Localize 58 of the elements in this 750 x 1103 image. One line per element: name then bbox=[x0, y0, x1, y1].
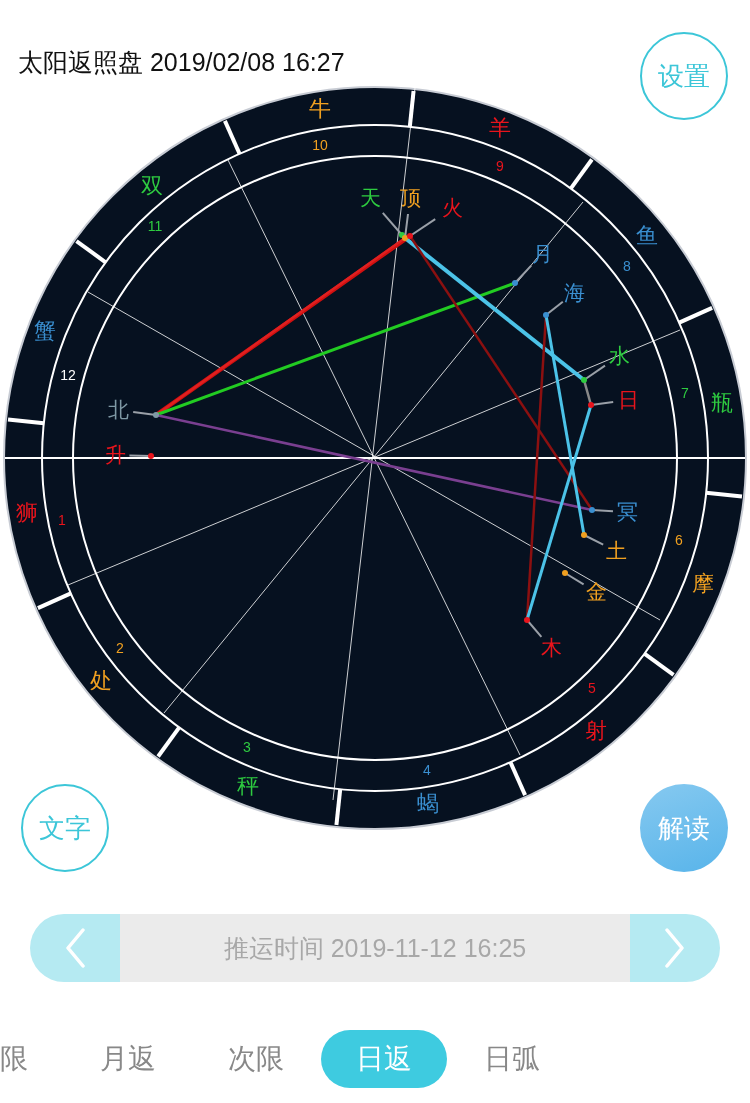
planet-marker bbox=[589, 507, 614, 513]
tab[interactable]: 次限 bbox=[193, 1030, 319, 1088]
planet-label: 土 bbox=[605, 539, 627, 563]
planet-label: 日 bbox=[617, 388, 639, 412]
tab[interactable]: 日返 bbox=[321, 1030, 447, 1088]
house-number: 11 bbox=[147, 218, 163, 234]
planet-label: 火 bbox=[441, 196, 463, 220]
text-button[interactable]: 文字 bbox=[21, 784, 109, 872]
planet-label: 天 bbox=[359, 186, 381, 210]
planet-marker bbox=[524, 617, 543, 638]
planet-label: 木 bbox=[540, 636, 562, 660]
house-number: 4 bbox=[423, 762, 431, 778]
planet-marker bbox=[581, 364, 606, 383]
zodiac-sign-label: 双 bbox=[141, 172, 163, 198]
planet-marker bbox=[562, 570, 585, 586]
planet-marker bbox=[132, 411, 159, 418]
previous-button[interactable] bbox=[30, 914, 120, 982]
zodiac-sign-label: 羊 bbox=[489, 114, 511, 140]
tab[interactable]: 日弧 bbox=[449, 1030, 575, 1088]
chevron-right-icon bbox=[664, 928, 686, 968]
house-number: 8 bbox=[623, 258, 631, 274]
tab[interactable]: 限 bbox=[0, 1030, 63, 1088]
planet-label: 金 bbox=[585, 580, 607, 604]
house-number: 9 bbox=[496, 158, 504, 174]
house-number: 12 bbox=[60, 367, 76, 383]
house-number: 10 bbox=[312, 137, 328, 153]
chart-title: 太阳返照盘 2019/02/08 16:27 bbox=[18, 47, 345, 78]
zodiac-sign-label: 摩 bbox=[692, 570, 714, 596]
planet-marker bbox=[581, 532, 605, 546]
zodiac-sign-label: 瓶 bbox=[711, 389, 733, 415]
planet-label: 冥 bbox=[616, 500, 638, 524]
next-button[interactable] bbox=[630, 914, 720, 982]
house-number: 6 bbox=[675, 532, 683, 548]
settings-button[interactable]: 设置 bbox=[640, 32, 728, 120]
zodiac-sign-label: 处 bbox=[90, 667, 112, 693]
zodiac-sign-label: 射 bbox=[585, 717, 607, 743]
house-number: 3 bbox=[243, 739, 251, 755]
zodiac-sign-label: 狮 bbox=[16, 499, 38, 525]
planet-marker bbox=[588, 401, 615, 408]
house-number: 1 bbox=[58, 512, 66, 528]
zodiac-sign-label: 鱼 bbox=[636, 222, 658, 248]
chevron-left-icon bbox=[64, 928, 86, 968]
house-number: 5 bbox=[588, 680, 596, 696]
zodiac-sign-label: 蝎 bbox=[417, 790, 439, 816]
zodiac-sign-label: 牛 bbox=[309, 95, 331, 121]
zodiac-sign-label: 秤 bbox=[237, 772, 259, 798]
planet-marker bbox=[543, 300, 564, 318]
interpret-button[interactable]: 解读 bbox=[640, 784, 728, 872]
zodiac-sign-label: 蟹 bbox=[34, 317, 56, 343]
planet-label: 顶 bbox=[399, 186, 421, 210]
planet-marker bbox=[128, 453, 154, 459]
house-number: 2 bbox=[116, 640, 124, 656]
planet-label: 北 bbox=[107, 398, 129, 422]
planet-label: 海 bbox=[563, 281, 585, 305]
planet-marker bbox=[512, 264, 533, 286]
time-display: 推运时间 2019-11-12 16:25 bbox=[120, 914, 630, 982]
house-number: 7 bbox=[681, 385, 689, 401]
tab[interactable]: 月返 bbox=[65, 1030, 191, 1088]
